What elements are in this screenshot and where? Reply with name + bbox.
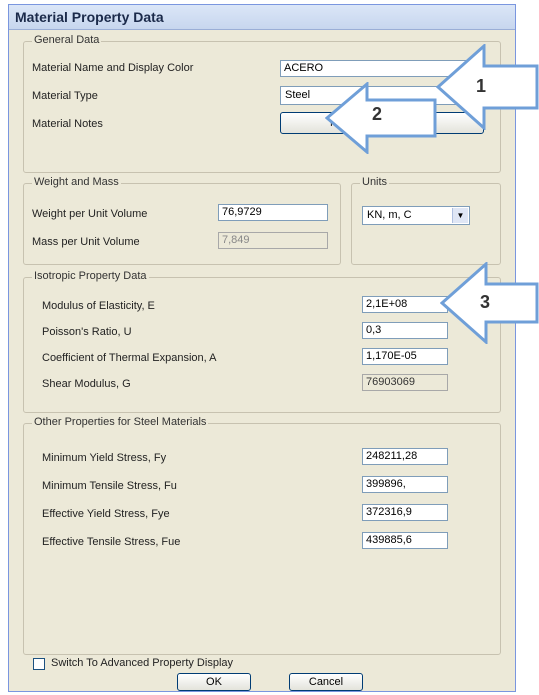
weight-mass-group: Weight and Mass Weight per Unit Volume 7… (23, 176, 341, 265)
units-value: KN, m, C (367, 209, 412, 221)
thermal-expansion-label: Coefficient of Thermal Expansion, A (42, 352, 217, 364)
material-type-value: Steel (285, 89, 311, 101)
chevron-down-icon[interactable]: ▼ (452, 208, 468, 223)
title-bar: Material Property Data (9, 5, 515, 30)
units-group: Units KN, m, C ▼ (351, 176, 501, 265)
cancel-button[interactable]: Cancel (289, 673, 363, 691)
steel-properties-legend: Other Properties for Steel Materials (32, 416, 209, 428)
units-legend: Units (360, 176, 390, 188)
eff-yield-stress-input[interactable]: 372316,9 (362, 504, 448, 521)
isotropic-property-group: Isotropic Property Data Modulus of Elast… (23, 270, 501, 413)
units-select[interactable]: KN, m, C ▼ (362, 206, 470, 225)
thermal-expansion-input[interactable]: 1,170E-05 (362, 348, 448, 365)
advanced-display-label: Switch To Advanced Property Display (51, 657, 233, 669)
weight-per-volume-label: Weight per Unit Volume (32, 208, 148, 220)
min-tensile-stress-label: Minimum Tensile Stress, Fu (42, 480, 177, 492)
min-yield-stress-input[interactable]: 248211,28 (362, 448, 448, 465)
general-data-legend: General Data (32, 34, 102, 46)
mass-per-volume-input: 7,849 (218, 232, 328, 249)
eff-tensile-stress-label: Effective Tensile Stress, Fue (42, 536, 181, 548)
dialog-title: Material Property Data (15, 9, 164, 25)
steel-properties-group: Other Properties for Steel Materials Min… (23, 416, 501, 655)
min-yield-stress-label: Minimum Yield Stress, Fy (42, 452, 167, 464)
modulus-elasticity-input[interactable]: 2,1E+08 (362, 296, 448, 313)
ok-button[interactable]: OK (177, 673, 251, 691)
shear-modulus-input: 76903069 (362, 374, 448, 391)
annotation-number-1: 1 (476, 76, 487, 96)
mass-per-volume-label: Mass per Unit Volume (32, 236, 140, 248)
material-name-label: Material Name and Display Color (32, 62, 194, 74)
annotation-arrow-1 (436, 44, 539, 130)
min-tensile-stress-input[interactable]: 399896, (362, 476, 448, 493)
poisson-ratio-label: Poisson's Ratio, U (42, 326, 132, 338)
weight-per-volume-input[interactable]: 76,9729 (218, 204, 328, 221)
modulus-elasticity-label: Modulus of Elasticity, E (42, 300, 155, 312)
poisson-ratio-input[interactable]: 0,3 (362, 322, 448, 339)
eff-tensile-stress-input[interactable]: 439885,6 (362, 532, 448, 549)
annotation-number-2: 2 (372, 104, 383, 124)
eff-yield-stress-label: Effective Yield Stress, Fye (42, 508, 170, 520)
shear-modulus-label: Shear Modulus, G (42, 378, 131, 390)
material-type-label: Material Type (32, 90, 98, 102)
annotation-number-3: 3 (480, 292, 491, 312)
advanced-display-checkbox[interactable] (33, 658, 45, 670)
isotropic-property-legend: Isotropic Property Data (32, 270, 149, 282)
weight-mass-legend: Weight and Mass (32, 176, 121, 188)
material-notes-label: Material Notes (32, 118, 103, 130)
